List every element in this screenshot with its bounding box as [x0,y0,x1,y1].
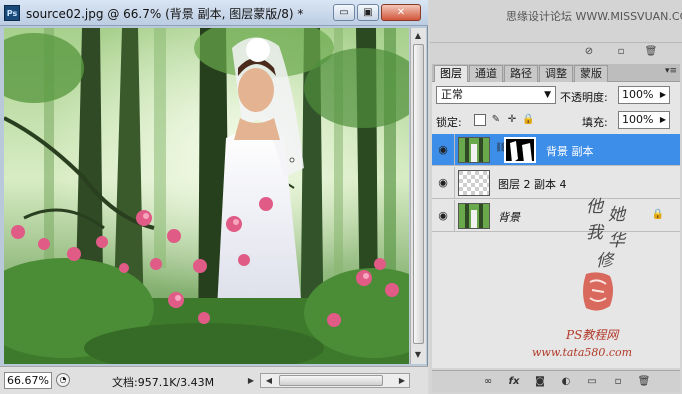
document-title: source02.jpg @ 66.7% (背景 副本, 图层蒙版/8) * [26,7,304,21]
tab-channels[interactable]: 通道 [469,65,503,82]
horizontal-scrollbar[interactable]: ◀ ▶ [260,373,410,388]
close-button[interactable]: ✕ [381,4,421,21]
calligraphy-char-1: 他 [586,197,603,217]
photoshop-window: Ps source02.jpg @ 66.7% (背景 副本, 图层蒙版/8) … [0,0,682,394]
image-canvas[interactable] [4,28,409,364]
layers-bottom-toolbar: ∞ fx ◙ ◐ ▭ ▫ 🗑 [432,370,680,392]
eye-icon[interactable]: ◉ [436,143,450,157]
scroll-up-arrow-icon[interactable]: ▲ [411,29,425,43]
add-mask-icon[interactable]: ◙ [532,375,548,389]
layer-thumbnail[interactable] [458,203,490,229]
tab-adjustments[interactable]: 调整 [539,65,573,82]
layer-row-background-copy[interactable]: ◉ ⛓ 背景 副本 [432,134,680,166]
document-title-bar[interactable]: Ps source02.jpg @ 66.7% (背景 副本, 图层蒙版/8) … [0,0,428,26]
lock-image-pixels-brush-icon[interactable]: ✎ [490,114,502,126]
opacity-value: 100% [622,88,654,101]
upper-panel-toolbar: ⊘ ▫ 🗑 [430,42,682,60]
opacity-input[interactable]: 100% ▶ [618,86,670,104]
scroll-right-arrow-icon[interactable]: ▶ [395,374,409,388]
zoom-level-input[interactable]: 66.67% [4,372,52,389]
fill-slider-arrow-icon[interactable]: ▶ [660,112,666,128]
padlock-icon: 🔒 [651,209,664,220]
link-layers-icon[interactable]: ∞ [480,375,496,389]
opacity-label: 不透明度: [560,91,608,104]
photoshop-app-icon: Ps [4,5,20,21]
opacity-slider-arrow-icon[interactable]: ▶ [660,87,666,103]
right-panel-dock: 思缘设计论坛 WWW.MISSVUAN.COM ⊘ ▫ 🗑 图层 通道 路径 调… [430,0,682,394]
trash-icon[interactable]: 🗑 [644,45,658,59]
new-group-folder-icon[interactable]: ▭ [584,375,600,389]
delete-layer-trash-icon[interactable]: 🗑 [636,375,652,389]
calligraphy-char-2: 她 [608,205,625,225]
minimize-button[interactable]: ▭ [333,4,355,21]
red-seal-stamp-icon [578,270,618,314]
lock-position-move-icon[interactable]: ✛ [506,114,518,126]
panel-tab-bar: 图层 通道 路径 调整 蒙版 ▾≡ [432,64,680,82]
site-url-watermark: www.tata580.com [532,346,633,359]
forest-bride-photo [4,28,409,364]
lock-all-padlock-icon[interactable]: 🔒 [522,114,534,126]
status-bar: 66.67% ◔ 文档:957.1K/3.43M ▶ ◀ ▶ [0,366,428,394]
visibility-column-divider [454,167,455,199]
tab-paths[interactable]: 路径 [504,65,538,82]
tab-layers[interactable]: 图层 [434,65,468,82]
calligraphy-char-5: 修 [596,251,613,271]
panel-menu-icon[interactable]: ▾≡ [665,66,677,76]
layers-panel: 正常 ▼ 不透明度: 100% ▶ 锁定: ✎ ✛ 🔒 填充: 100% ▶ ◉ [432,82,680,368]
layer-row-background[interactable]: ◉ 背景 🔒 [432,200,680,232]
adjustment-layer-icon[interactable]: ◐ [558,375,574,389]
ps-tutorial-watermark: PS教程网 [566,328,619,342]
fill-value: 100% [622,113,654,126]
maximize-button[interactable]: ▣ [357,4,379,21]
horizontal-scroll-thumb[interactable] [279,375,383,386]
eye-icon[interactable]: ◉ [436,176,450,190]
fill-input[interactable]: 100% ▶ [618,111,670,129]
layer-style-fx-icon[interactable]: fx [506,375,522,389]
new-item-icon[interactable]: ▫ [614,45,628,59]
document-window: Ps source02.jpg @ 66.7% (背景 副本, 图层蒙版/8) … [0,0,428,394]
forum-watermark: 思缘设计论坛 WWW.MISSVUAN.COM [506,10,682,23]
layer-name[interactable]: 背景 [498,209,520,225]
visibility-column-divider [454,134,455,166]
layer-name[interactable]: 背景 副本 [546,143,594,159]
tab-masks[interactable]: 蒙版 [574,65,608,82]
layer-mask-thumbnail[interactable] [504,137,536,163]
lock-transparent-pixels-icon[interactable] [474,114,486,126]
eye-icon[interactable]: ◉ [436,209,450,223]
status-info-icon[interactable]: ◔ [56,373,70,387]
document-size-readout: 文档:957.1K/3.43M [112,376,215,389]
visibility-column-divider [454,200,455,232]
vertical-scrollbar[interactable]: ▲ ▼ [410,28,426,364]
layer-thumbnail-transparent[interactable] [458,170,490,196]
new-layer-icon[interactable]: ▫ [610,375,626,389]
scroll-left-arrow-icon[interactable]: ◀ [262,374,276,388]
layer-row-layer2-copy4[interactable]: ◉ 图层 2 副本 4 [432,167,680,199]
fill-label: 填充: [582,116,608,129]
blend-mode-select[interactable]: 正常 ▼ [436,86,556,104]
calligraphy-char-3: 我 [586,223,603,243]
blend-mode-value: 正常 [441,88,463,101]
chevron-down-icon: ▼ [544,90,551,100]
layer-thumbnail[interactable] [458,137,490,163]
status-menu-arrow-icon[interactable]: ▶ [244,374,258,388]
scroll-down-arrow-icon[interactable]: ▼ [411,348,425,362]
vertical-scroll-thumb[interactable] [413,44,424,344]
lock-label: 锁定: [436,116,462,129]
layer-name[interactable]: 图层 2 副本 4 [498,176,567,192]
no-entry-icon[interactable]: ⊘ [582,45,596,59]
